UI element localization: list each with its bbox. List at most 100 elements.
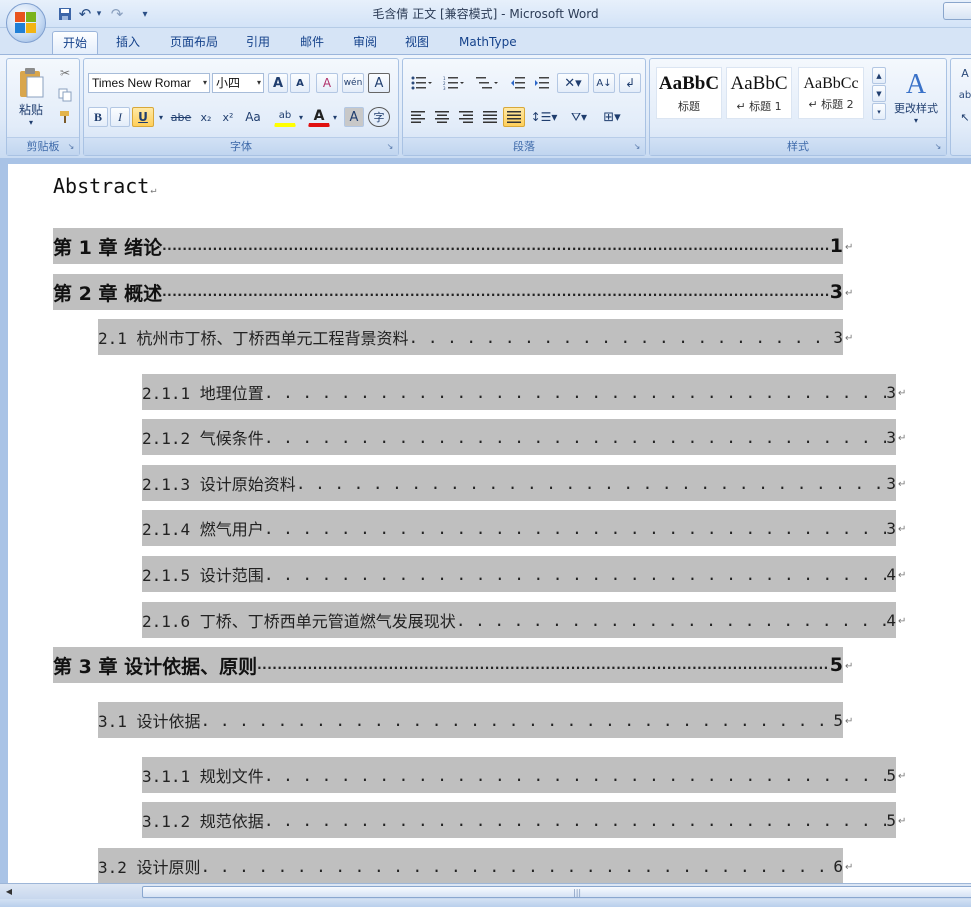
scroll-left-icon[interactable]: ◀ [2, 885, 16, 899]
underline-dropdown-icon[interactable]: ▾ [156, 107, 166, 127]
phonetic-guide-button[interactable]: wén [342, 73, 364, 93]
chinese-layout-icon[interactable]: ✕▾ [557, 73, 589, 93]
document-page[interactable]: Abstract↵ 第 1 章 绪论......................… [8, 164, 971, 883]
toc-entry[interactable]: 3.1 设计依据 . . . . . . . . . . . . . . . .… [98, 702, 843, 738]
toc-entry-title: 第 2 章 概述 [53, 282, 163, 305]
paragraph-launcher-icon[interactable]: ↘ [632, 142, 642, 152]
toc-entry[interactable]: 2.1 杭州市丁桥、丁桥西单元工程背景资料 . . . . . . . . . … [98, 319, 843, 355]
toc-entry-title: 3.2 设计原则 [98, 858, 201, 877]
document-area: Abstract↵ 第 1 章 绪论......................… [0, 158, 971, 883]
abstract-heading-text: Abstract [53, 174, 150, 198]
horizontal-scroll-thumb[interactable]: ||| [142, 886, 971, 898]
bullets-icon[interactable] [407, 73, 437, 93]
increase-indent-icon[interactable] [531, 73, 553, 93]
format-painter-icon[interactable] [55, 107, 75, 127]
justify-icon[interactable] [479, 107, 501, 127]
distributed-align-icon[interactable] [503, 107, 525, 127]
numbering-icon[interactable]: 123 [439, 73, 469, 93]
change-styles-icon: A [905, 68, 927, 100]
shading-icon[interactable]: ⛛▾ [563, 107, 595, 127]
character-shading-button[interactable]: A [344, 107, 364, 127]
superscript-button[interactable]: x² [218, 107, 238, 127]
style-title-name: 标题 [678, 100, 700, 113]
paragraph-mark: ↵ [845, 661, 854, 672]
styles-more-icon[interactable]: ▾ [872, 103, 886, 120]
toc-entry[interactable]: 2.1.5 设计范围 . . . . . . . . . . . . . . .… [142, 556, 896, 592]
toc-entry[interactable]: 2.1.2 气候条件 . . . . . . . . . . . . . . .… [142, 419, 896, 455]
font-group: Times New Romar ▾ 小四 ▾ A A A wén A B I U ▾… [83, 58, 399, 156]
toc-entry-title: 3.1 设计依据 [98, 712, 201, 731]
toc-entry[interactable]: 2.1.1 地理位置 . . . . . . . . . . . . . . .… [142, 374, 896, 410]
strikethrough-button[interactable]: abe [168, 107, 194, 127]
align-left-icon[interactable] [407, 107, 429, 127]
minimize-button[interactable] [943, 2, 971, 20]
tab-mailings[interactable]: 邮件 [290, 31, 334, 54]
styles-scroll-up-icon[interactable]: ▲ [872, 67, 886, 84]
styles-scroll-down-icon[interactable]: ▼ [872, 85, 886, 102]
decrease-indent-icon[interactable] [507, 73, 529, 93]
borders-icon[interactable]: ⊞▾ [597, 107, 627, 127]
cut-icon[interactable]: ✂ [55, 63, 75, 83]
style-heading-1[interactable]: AaBbC ↵ 标题 1 [726, 67, 792, 119]
highlight-button[interactable]: ab [274, 107, 296, 127]
toc-entry[interactable]: 3.1.1 规划文件 . . . . . . . . . . . . . . .… [142, 757, 896, 793]
toc-entry-title: 第 3 章 设计依据、原则 [53, 655, 258, 678]
style-heading-2[interactable]: AaBbCc ↵ 标题 2 [798, 67, 864, 119]
find-icon[interactable]: A [955, 63, 971, 83]
toc-entry[interactable]: 第 2 章 概述................................… [53, 274, 843, 310]
replace-icon[interactable]: ab [955, 85, 971, 105]
font-name-dropdown-icon: ▾ [202, 78, 207, 87]
style-heading-2-sample: AaBbCc [803, 75, 859, 92]
toc-leader-dots: . . . . . . . . . . . . . . . . . . . . … [200, 856, 834, 876]
toc-leader-dots: ........................................… [162, 285, 830, 299]
font-size-combo[interactable]: 小四 ▾ [212, 73, 264, 93]
tab-review[interactable]: 审阅 [343, 31, 387, 54]
character-border-button[interactable]: A [368, 73, 390, 93]
italic-button[interactable]: I [110, 107, 130, 127]
style-title[interactable]: AaBbC 标题 [656, 67, 722, 119]
copy-icon[interactable] [55, 85, 75, 105]
tab-mathtype[interactable]: MathType [449, 31, 527, 54]
font-name-combo[interactable]: Times New Romar ▾ [88, 73, 210, 93]
select-icon[interactable]: ↖ [955, 107, 971, 127]
align-center-icon[interactable] [431, 107, 453, 127]
paste-label: 粘贴 [18, 103, 43, 117]
toc-entry[interactable]: 3.2 设计原则 . . . . . . . . . . . . . . . .… [98, 848, 843, 883]
tab-references[interactable]: 引用 [236, 31, 280, 54]
align-right-icon[interactable] [455, 107, 477, 127]
shrink-font-button[interactable]: A [290, 73, 310, 93]
change-case-button[interactable]: Aa [240, 107, 266, 127]
toc-entry-title: 2.1.6 丁桥、丁桥西单元管道燃气发展现状 [142, 612, 456, 631]
clear-format-button[interactable]: A [316, 73, 338, 93]
toc-entry[interactable]: 3.1.2 规范依据 . . . . . . . . . . . . . . .… [142, 802, 896, 838]
font-launcher-icon[interactable]: ↘ [385, 142, 395, 152]
change-styles-button[interactable]: A 更改样式 ▾ [890, 63, 942, 131]
toc-entry[interactable]: 2.1.4 燃气用户 . . . . . . . . . . . . . . .… [142, 510, 896, 546]
toc-entry[interactable]: 第 3 章 设计依据、原则...........................… [53, 647, 843, 683]
horizontal-scrollbar[interactable]: ◀ ||| [0, 883, 971, 899]
underline-button[interactable]: U [132, 107, 154, 127]
enclose-characters-button[interactable]: 字 [368, 107, 390, 127]
tab-page-layout[interactable]: 页面布局 [160, 31, 228, 54]
font-color-dropdown-icon[interactable]: ▾ [330, 107, 340, 127]
paste-button[interactable]: 粘贴 ▾ [11, 63, 51, 131]
toc-entry[interactable]: 2.1.6 丁桥、丁桥西单元管道燃气发展现状 . . . . . . . . .… [142, 602, 896, 638]
clipboard-launcher-icon[interactable]: ↘ [66, 142, 76, 152]
font-color-button[interactable]: A [308, 107, 330, 127]
highlight-dropdown-icon[interactable]: ▾ [296, 107, 306, 127]
grow-font-button[interactable]: A [268, 73, 288, 93]
multilevel-list-icon[interactable] [471, 73, 503, 93]
line-spacing-icon[interactable]: ↕☰▾ [529, 107, 559, 127]
sort-icon[interactable]: A↓ [593, 73, 615, 93]
office-button[interactable] [6, 3, 46, 43]
show-marks-icon[interactable]: ↲ [619, 73, 641, 93]
tab-home[interactable]: 开始 [52, 31, 99, 54]
tab-view[interactable]: 视图 [395, 31, 439, 54]
subscript-button[interactable]: x₂ [196, 107, 216, 127]
toc-entry[interactable]: 2.1.3 设计原始资料 . . . . . . . . . . . . . .… [142, 465, 896, 501]
styles-launcher-icon[interactable]: ↘ [933, 142, 943, 152]
bold-button[interactable]: B [88, 107, 108, 127]
toc-entry[interactable]: 第 1 章 绪论................................… [53, 228, 843, 264]
tab-insert[interactable]: 插入 [106, 31, 150, 54]
abstract-heading: Abstract↵ [53, 174, 156, 198]
